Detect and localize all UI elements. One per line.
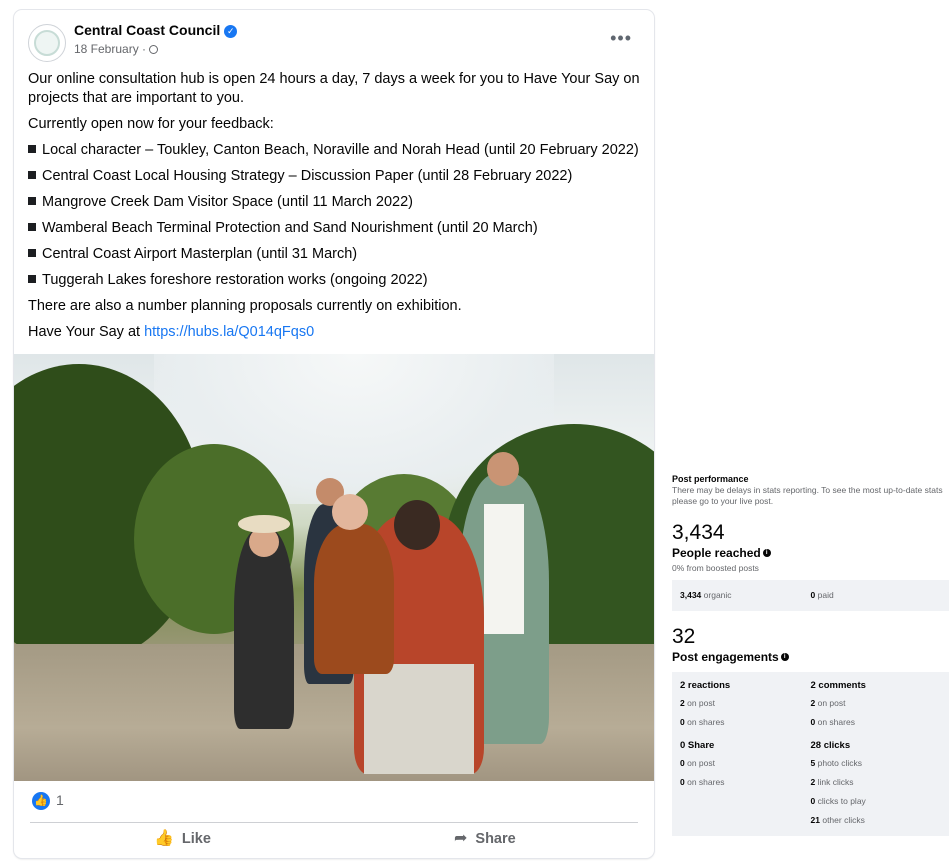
page-name-text[interactable]: Central Coast Council [74,22,220,38]
bullet-square-icon [28,145,36,153]
clicks-stat: 28 clicks 5 photo clicks 2 link clicks 0… [811,738,942,830]
divider [30,822,638,823]
more-options-icon[interactable]: ••• [610,28,632,49]
engagement-value: 32 [672,625,696,648]
bullet-text: Central Coast Airport Masterplan (until … [42,246,358,262]
comments-stat: 2 comments 2 on post 0 on shares [811,678,942,732]
bullet-text: Central Coast Local Housing Strategy – D… [42,168,573,184]
stat-label: on post [687,758,715,768]
panel-note: There may be delays in stats reporting. … [672,485,943,506]
stat-value: 5 [810,758,816,768]
engagement-label-text: Post engagements [672,650,779,664]
stat-value: 0 [680,777,685,787]
paid-value: 0 [810,590,816,600]
cta-prefix: Have Your Say at [28,324,145,340]
globe-icon [149,45,159,54]
stat-value: 0 [810,796,816,806]
bullet-item: Wamberal Beach Terminal Protection and S… [28,219,640,238]
reactions-summary[interactable]: 👍 1 [32,792,64,812]
verified-badge-icon: ✓ [224,25,238,38]
reactions-stat: 2 reactions 2 on post 0 on shares [680,678,811,732]
stat-label: link clicks [817,777,854,787]
reach-breakdown: 3,434 organic 0 paid [672,580,949,611]
bullet-text: Tuggerah Lakes foreshore restoration wor… [42,272,428,288]
bullet-text: Wamberal Beach Terminal Protection and S… [42,220,538,236]
share-label: Share [475,831,516,847]
stat-value: 0 [810,717,816,727]
info-icon[interactable]: i [780,653,789,661]
comments-heading: 2 comments [810,680,866,691]
post-header: Central Coast Council ✓ 18 February · ••• [28,22,640,66]
reach-value: 3,434 [672,521,725,544]
facebook-post: Central Coast Council ✓ 18 February · •••… [14,10,654,858]
council-logo [34,30,60,56]
post-paragraph: Our online consultation hub is open 24 h… [28,71,640,106]
bullet-item: Central Coast Local Housing Strategy – D… [28,167,640,186]
share-button[interactable]: ➦ Share [454,828,516,856]
bullet-square-icon [28,223,36,231]
stat-value: 0 [680,717,685,727]
post-paragraph: Currently open now for your feedback: [28,116,274,132]
stat-label: on shares [687,717,725,727]
stat-label: on post [817,698,846,708]
reach-sub: 0% from boosted posts [672,563,759,573]
stat-value: 0 [680,758,685,768]
like-label: Like [181,831,211,847]
info-icon[interactable]: i [762,549,771,557]
organic-stat: 3,434 organic [680,586,811,605]
photo-person [314,494,394,674]
stat-value: 2 [810,777,816,787]
hub-link[interactable]: https://hubs.la/Q014qFqs0 [144,324,314,340]
paid-label: paid [817,590,834,600]
organic-value: 3,434 [680,590,702,600]
stat-label: photo clicks [817,758,863,768]
post-text: Our online consultation hub is open 24 h… [28,70,640,349]
shares-heading: 0 Share [680,740,715,751]
bullet-item: Local character – Toukley, Canton Beach,… [28,141,640,160]
bullet-item: Mangrove Creek Dam Visitor Space (until … [28,193,640,212]
cta-line: Have Your Say at https://hubs.la/Q014qFq… [28,323,640,342]
page-avatar[interactable] [28,24,66,62]
bullet-item: Central Coast Airport Masterplan (until … [28,245,640,264]
share-arrow-icon: ➦ [454,830,468,847]
bullet-text: Mangrove Creek Dam Visitor Space (until … [42,194,413,210]
clicks-heading: 28 clicks [810,740,851,751]
page-name[interactable]: Central Coast Council ✓ [74,22,238,38]
like-button[interactable]: 👍 Like [154,828,211,856]
bullet-square-icon [28,249,36,257]
stat-value: 21 [810,815,820,825]
engagement-breakdown: 2 reactions 2 on post 0 on shares 2 comm… [672,672,949,836]
bullet-text: Local character – Toukley, Canton Beach,… [42,142,639,158]
stat-label: on shares [687,777,725,787]
paid-stat: 0 paid [811,586,942,605]
reaction-count: 1 [56,792,64,808]
like-reaction-icon: 👍 [32,792,50,811]
reactions-heading: 2 reactions [680,680,731,691]
stat-label: other clicks [822,815,865,825]
bullet-item: Tuggerah Lakes foreshore restoration wor… [28,271,640,290]
stat-value: 2 [810,698,816,708]
shares-stat: 0 Share 0 on post 0 on shares [680,738,811,830]
stat-label: on shares [817,717,855,727]
photo-person [234,515,294,729]
post-meta: 18 February · [74,42,159,56]
reach-label-text: People reached [672,546,761,560]
post-date[interactable]: 18 February · [74,42,146,56]
thumbs-up-icon: 👍 [154,830,174,847]
bullet-square-icon [28,171,36,179]
panel-title: Post performance [672,474,749,484]
post-photo[interactable] [14,354,654,781]
stat-label: on post [687,698,715,708]
organic-label: organic [703,590,732,600]
reach-label: People reached i [672,546,949,560]
post-performance-panel: Post performance There may be delays in … [672,474,949,836]
stat-label: clicks to play [817,796,866,806]
engagement-label: Post engagements i [672,650,949,664]
post-paragraph: There are also a number planning proposa… [28,298,462,314]
stat-value: 2 [680,698,685,708]
bullet-square-icon [28,275,36,283]
bullet-square-icon [28,197,36,205]
